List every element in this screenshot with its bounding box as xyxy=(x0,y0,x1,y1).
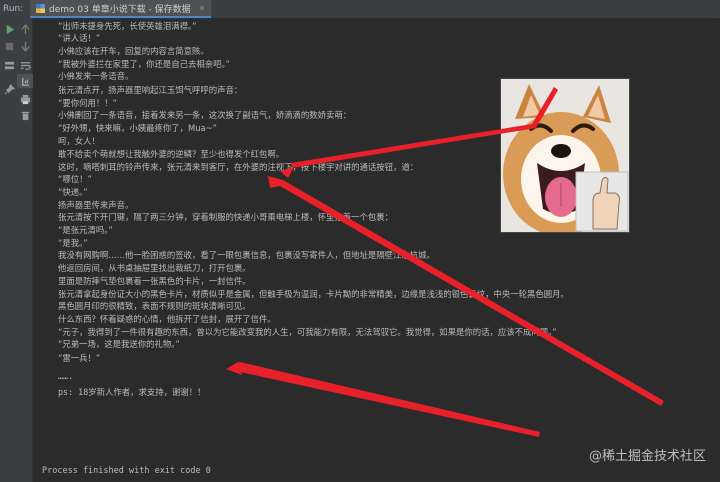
up-arrow-icon[interactable] xyxy=(17,22,33,36)
soft-wrap-icon[interactable] xyxy=(17,58,33,72)
stop-icon[interactable] xyxy=(1,39,17,53)
close-icon[interactable]: ✕ xyxy=(199,4,206,13)
console-line: 呵，女人！ xyxy=(58,136,100,146)
scroll-end-icon[interactable] xyxy=(17,74,33,88)
console-line: “是张元清吗。” xyxy=(58,225,113,235)
pin-icon[interactable] xyxy=(1,82,17,96)
console-scrollbar[interactable] xyxy=(712,18,720,482)
console-line: “我被外婆拦在家里了，你还是自己去相亲吧。” xyxy=(58,59,230,69)
console-line: 小佛发来一条语音。 xyxy=(58,71,134,81)
print-icon[interactable] xyxy=(17,92,33,106)
dog-meme-image xyxy=(500,78,630,233)
console-line: “哪位！” xyxy=(58,174,92,184)
trash-icon[interactable] xyxy=(17,108,33,122)
console-line: 敢不给卖个萌就想让我触外婆的逆鳞？至少也得发个红包啊。 xyxy=(58,149,285,159)
console-line: 张元清按下开门键，隔了两三分钟，穿着制服的快递小哥乘电梯上楼，怀里抱着一个包裹： xyxy=(58,212,393,222)
console-line: “元子，我得到了一件很有趣的东西，曾以为它能改变我的人生，可我能力有限，无法驾驭… xyxy=(58,327,557,337)
layout-icon[interactable] xyxy=(1,58,17,72)
console-line: 张元清点开，扬声器里响起江玉饵气呼呼的声音： xyxy=(58,85,243,95)
console-line: “出师未捷身先死，长使英雄泪满襟。” xyxy=(58,21,197,31)
console-line: 他返回房间，从书桌抽屉里找出裁纸刀，打开包裹。 xyxy=(58,263,251,273)
console-line: 里面是防摔气垫包裹着一张黑色的卡片，一封信件。 xyxy=(58,276,251,286)
console-line: “是我。” xyxy=(58,238,88,248)
watermark: @稀土掘金技术社区 xyxy=(588,449,706,464)
console-line: “兄弟一场，这是我送你的礼物。” xyxy=(58,339,180,349)
process-finished-text: Process finished with exit code 0 xyxy=(42,466,211,476)
run-tab-demo03[interactable]: demo 03 单章小说下载 - 保存数据 ✕ xyxy=(30,0,212,18)
console-line: 扬声器里传来声音。 xyxy=(58,200,134,210)
console-line: 小佛应该在开车，回复的内容言简意赅。 xyxy=(58,46,209,56)
run-tabbar: Run: demo 03 单章小说下载 - 保存数据 ✕ xyxy=(0,0,720,19)
console-line: 张元清拿起身份证大小的黑色卡片，材质似乎是金属，但触手极为温润，卡片黝的非常精美… xyxy=(58,289,569,299)
console-line: “快递。” xyxy=(58,187,88,197)
console-line: “讲人话！” xyxy=(58,33,101,43)
down-arrow-icon[interactable] xyxy=(17,39,33,53)
console-line: 什么东西？怀着疑惑的心情，他拆开了信封，展开了信件。 xyxy=(58,314,276,324)
run-toolbar xyxy=(0,18,33,482)
rerun-icon[interactable] xyxy=(1,22,17,36)
run-label: Run: xyxy=(3,4,24,14)
console-line: “雷一兵！” xyxy=(58,353,101,363)
console-line: “要你何用！！” xyxy=(58,98,117,108)
console-line: “好外甥，快来嘛，小姨最疼你了，Mua~” xyxy=(58,123,217,133)
run-tab-label: demo 03 单章小说下载 - 保存数据 xyxy=(49,4,191,15)
console-line: 小佛删回了一条语音，接着发来另一条，这次换了副语气，娇滴滴的数娇卖萌： xyxy=(58,110,352,120)
console-line: 我没有网购啊……他一脸困惑的签收，看了一眼包裹信息，包裹没写寄件人，但地址是隔壁… xyxy=(58,250,435,260)
console-line: ps: 18岁新人作者，求支持，谢谢！！ xyxy=(58,387,206,397)
console-line: 这时，嘀嗒刺耳的铃声传来，张元清来到客厅，在外婆的注视下，按下楼宇对讲的通话按钮… xyxy=(58,162,419,172)
console-line: ……. xyxy=(58,371,74,381)
python-file-icon xyxy=(36,3,45,13)
console-line: 黑色圆月印的很精致，表面不规则的斑块清晰可见。 xyxy=(58,301,251,311)
